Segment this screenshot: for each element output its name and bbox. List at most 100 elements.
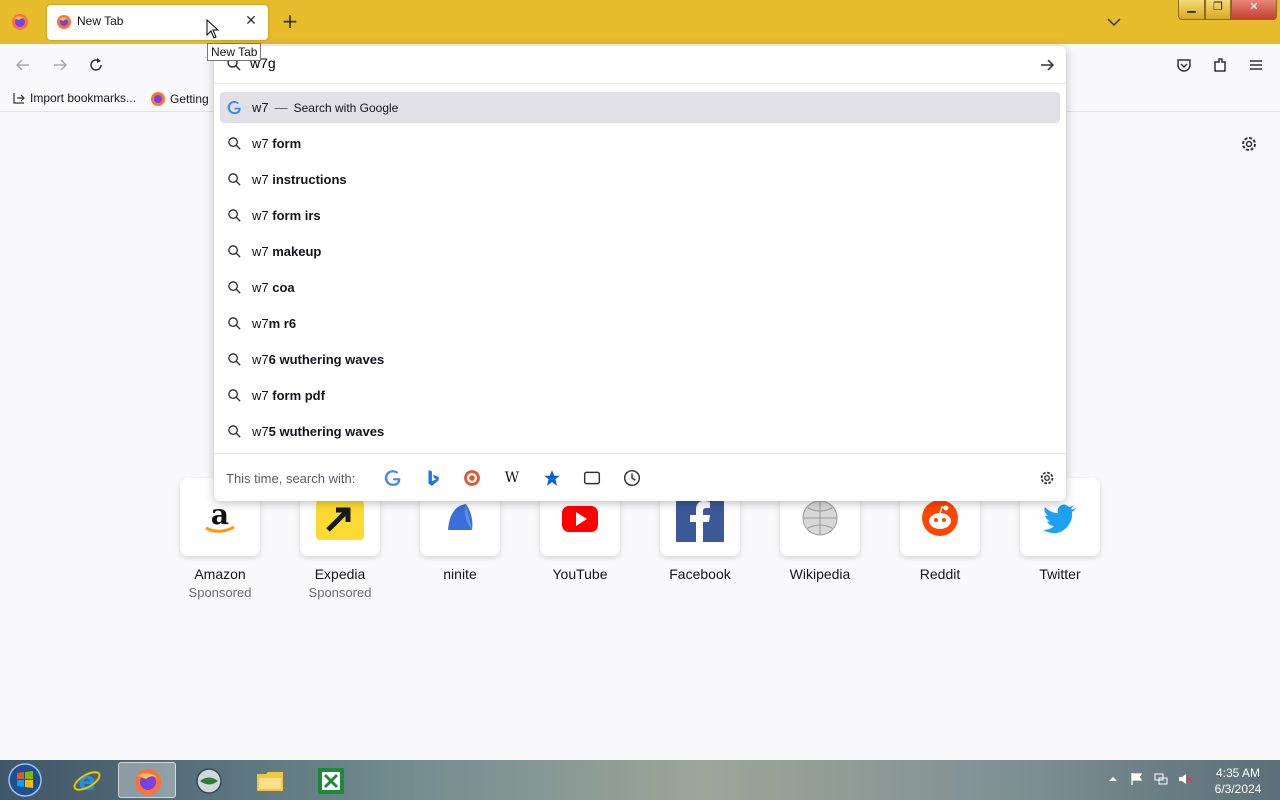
- folder-icon: [257, 772, 283, 791]
- go-arrow-icon[interactable]: [1038, 56, 1056, 74]
- close-window-button[interactable]: ✕: [1231, 0, 1277, 20]
- tile-label: YouTube: [552, 566, 608, 582]
- internet-explorer-icon: e: [73, 767, 101, 796]
- search-settings-gear-icon[interactable]: [1038, 469, 1056, 487]
- search-icon: [228, 425, 241, 438]
- suggestion-prefix: w7: [252, 172, 273, 187]
- bing-icon[interactable]: [424, 469, 442, 487]
- search-icon: [228, 281, 241, 294]
- suggestion-search-with-google[interactable]: w7— Search with Google: [220, 92, 1060, 123]
- firefox-icon[interactable]: [10, 12, 30, 32]
- firefox-icon: [135, 769, 161, 795]
- network-icon[interactable]: [1154, 772, 1168, 786]
- menu-icon[interactable]: [1247, 56, 1265, 74]
- facebook-logo-icon: [676, 496, 724, 542]
- tile-label: Reddit: [919, 566, 961, 582]
- clock-time: 4:35 AM: [1215, 766, 1261, 780]
- tab-title: New Tab: [77, 14, 124, 28]
- suggestion-prefix: w7: [252, 388, 273, 403]
- show-hidden-icons-icon[interactable]: [1108, 774, 1118, 784]
- tabs-icon[interactable]: [583, 469, 601, 487]
- suggestion-completion: 5 wuthering waves: [268, 424, 385, 439]
- suggestion-item[interactable]: w7 makeup: [220, 236, 1060, 267]
- back-icon[interactable]: [14, 56, 32, 74]
- suggestion-completion: form: [272, 136, 302, 151]
- expedia-logo-icon: [316, 500, 364, 540]
- twitter-bird-icon: [1043, 504, 1076, 534]
- action-center-flag-icon[interactable]: [1130, 772, 1144, 786]
- suggestion-completion: form pdf: [272, 388, 325, 403]
- taskbar-network-app[interactable]: [180, 762, 238, 798]
- wikipedia-logo-icon: [802, 500, 838, 536]
- google-icon[interactable]: [384, 469, 402, 487]
- new-tab-button[interactable]: +: [280, 11, 300, 31]
- taskbar-file-explorer[interactable]: [241, 762, 299, 798]
- reload-icon[interactable]: [87, 56, 105, 74]
- suggestion-item[interactable]: w7 form: [220, 128, 1060, 159]
- svg-text:e: e: [78, 767, 96, 796]
- suggestion-prefix: w7: [252, 352, 269, 367]
- suggestion-prefix: w7: [252, 208, 273, 223]
- bookmark-label: Getting: [170, 92, 209, 106]
- search-icon: [228, 137, 241, 150]
- suggestion-prefix: w7: [252, 136, 273, 151]
- forward-icon[interactable]: [51, 56, 69, 74]
- bookmark-label: Import bookmarks...: [30, 91, 137, 105]
- newtab-settings-gear-icon[interactable]: [1239, 134, 1259, 154]
- suggestion-completion: coa: [272, 280, 295, 295]
- history-clock-icon[interactable]: [623, 469, 641, 487]
- bookmark-import[interactable]: Import bookmarks...: [12, 91, 136, 105]
- tab-close-icon[interactable]: ✕: [242, 12, 260, 30]
- taskbar-excel[interactable]: [302, 762, 360, 798]
- suggestion-item[interactable]: w75 wuthering waves: [220, 416, 1060, 447]
- suggestion-item[interactable]: w7m r6: [220, 308, 1060, 339]
- search-icon: [228, 173, 241, 186]
- search-icon: [228, 317, 241, 330]
- list-all-tabs-icon[interactable]: [1104, 12, 1124, 32]
- suggestion-item[interactable]: w7 form irs: [220, 200, 1060, 231]
- globe-app-icon: [196, 768, 222, 794]
- wikipedia-icon[interactable]: W: [503, 469, 521, 487]
- tile-label: Expedia: [314, 566, 366, 582]
- tile-label: ninite: [443, 566, 477, 582]
- pocket-icon[interactable]: [1175, 56, 1193, 74]
- svg-text:a: a: [211, 498, 229, 531]
- bookmarks-star-icon[interactable]: [543, 469, 561, 487]
- reddit-logo-icon: [922, 500, 958, 536]
- mouse-cursor-icon: [206, 18, 220, 39]
- tab-new-tab[interactable]: New Tab ✕: [47, 5, 268, 40]
- start-button-icon[interactable]: [6, 762, 44, 798]
- suggestion-prefix: w7: [252, 316, 269, 331]
- google-icon: [227, 100, 241, 115]
- search-icon: [228, 353, 241, 366]
- suggestion-prefix: w7: [252, 424, 269, 439]
- extensions-icon[interactable]: [1211, 56, 1229, 74]
- one-off-search-bar: This time, search with: W: [214, 453, 1066, 501]
- suggestion-item[interactable]: w7 instructions: [220, 164, 1060, 195]
- suggestion-prefix: w7: [252, 100, 269, 115]
- suggestion-item[interactable]: w7 coa: [220, 272, 1060, 303]
- suggestion-item[interactable]: w7 form pdf: [220, 380, 1060, 411]
- urlbar-input[interactable]: [250, 55, 950, 71]
- search-icon: [228, 209, 241, 222]
- taskbar-firefox[interactable]: [118, 762, 176, 798]
- tile-sponsored: Sponsored: [308, 585, 372, 600]
- suggestion-item[interactable]: w76 wuthering waves: [220, 344, 1060, 375]
- urlbar-panel: w7—Search with Google w7 form w7 instruc…: [214, 46, 1066, 501]
- tile-label: Amazon: [194, 566, 246, 582]
- spreadsheet-icon: [318, 768, 344, 794]
- restore-button[interactable]: ❐: [1205, 0, 1231, 20]
- tile-label: Wikipedia: [789, 566, 851, 582]
- minimize-button[interactable]: ▁: [1178, 0, 1205, 20]
- search-icon: [228, 389, 241, 402]
- bookmark-getting-started[interactable]: Getting: [150, 91, 209, 107]
- duckduckgo-icon[interactable]: [463, 469, 481, 487]
- suggestion-completion: instructions: [272, 172, 347, 187]
- volume-muted-icon[interactable]: [1178, 772, 1192, 786]
- tile-sponsored: Sponsored: [188, 585, 252, 600]
- taskbar-clock[interactable]: 4:35 AM 6/3/2024: [1206, 765, 1270, 797]
- suggestion-prefix: w7: [252, 280, 273, 295]
- taskbar-internet-explorer[interactable]: e: [58, 762, 116, 798]
- windows-taskbar: e: [0, 760, 1280, 800]
- amazon-logo-icon: a: [205, 498, 235, 533]
